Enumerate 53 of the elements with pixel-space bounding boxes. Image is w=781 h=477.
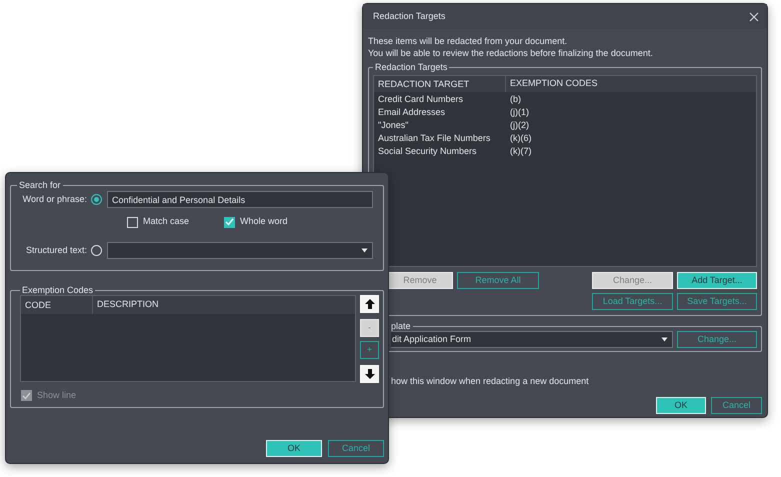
table-cell-text: Credit Card Numbers — [377, 92, 464, 106]
table-cell-text: (b) — [509, 92, 521, 106]
window-title: Redaction Targets — [373, 10, 446, 23]
button[interactable]: Save Targets... — [677, 293, 757, 310]
button[interactable]: OK — [656, 397, 706, 414]
checkbox-label: Show line — [37, 389, 76, 402]
group-label: plate — [390, 322, 412, 331]
column-header: DESCRIPTION — [96, 298, 159, 312]
radio-button[interactable] — [91, 245, 102, 256]
text-field[interactable]: Confidential and Personal Details — [107, 191, 373, 208]
info-text: You will be able to review the redactions before finalizing the document. — [368, 47, 654, 59]
checkbox[interactable] — [224, 216, 235, 228]
button[interactable]: Remove All — [457, 272, 539, 289]
button[interactable]: Cancel — [711, 397, 762, 414]
up-arrow-icon — [364, 299, 374, 309]
table-cell-text: (k)(7) — [509, 144, 532, 158]
add-button[interactable]: + — [360, 341, 379, 359]
remove-button[interactable]: - — [360, 319, 379, 337]
field-label: Word or phrase: — [22, 192, 87, 206]
column-header: REDACTION TARGET — [374, 76, 506, 92]
column-header: EXEMPTION CODES — [509, 77, 598, 90]
button[interactable]: OK — [266, 440, 322, 457]
button[interactable]: Add Target... — [677, 272, 757, 289]
table-cell-text: (k)(6) — [509, 132, 532, 145]
down-arrow-icon — [364, 369, 374, 379]
group-label: Redaction Targets — [374, 63, 448, 72]
option-label: how this window when redacting a new document — [391, 375, 590, 388]
structured-dropdown[interactable] — [107, 242, 373, 259]
table-cell-text: (j)(1) — [509, 106, 529, 119]
checkbox-label: Whole word — [240, 215, 288, 228]
table-cell-text: "Jones" — [377, 118, 410, 132]
button[interactable]: Change... — [592, 272, 673, 289]
group-label: Exemption Codes — [21, 286, 94, 295]
button[interactable]: Remove — [387, 272, 453, 289]
table-cell-text: Email Addresses — [377, 106, 446, 119]
move-up-button[interactable] — [360, 295, 379, 313]
table-cell-text: Social Security Numbers — [377, 144, 478, 158]
button[interactable]: Change... — [677, 331, 757, 348]
group-label: Search for — [18, 181, 62, 190]
template-dropdown[interactable]: dit Application Form — [391, 331, 673, 348]
button[interactable]: Cancel — [328, 440, 384, 457]
field-label: Structured text: — [24, 244, 87, 257]
checkbox-label: Match case — [143, 215, 190, 228]
dropdown-arrow-icon — [361, 248, 368, 253]
button[interactable]: Load Targets... — [592, 293, 673, 310]
info-text: These items will be redacted from your document. — [368, 35, 568, 47]
dropdown-arrow-icon — [661, 337, 668, 342]
column-header: CODE — [21, 296, 93, 314]
close-icon[interactable] — [749, 12, 759, 22]
table-cell-text: (j)(2) — [509, 118, 529, 132]
table-cell-text: Australian Tax File Numbers — [377, 132, 492, 145]
radio-button[interactable] — [91, 194, 102, 205]
move-down-button[interactable] — [360, 365, 379, 383]
